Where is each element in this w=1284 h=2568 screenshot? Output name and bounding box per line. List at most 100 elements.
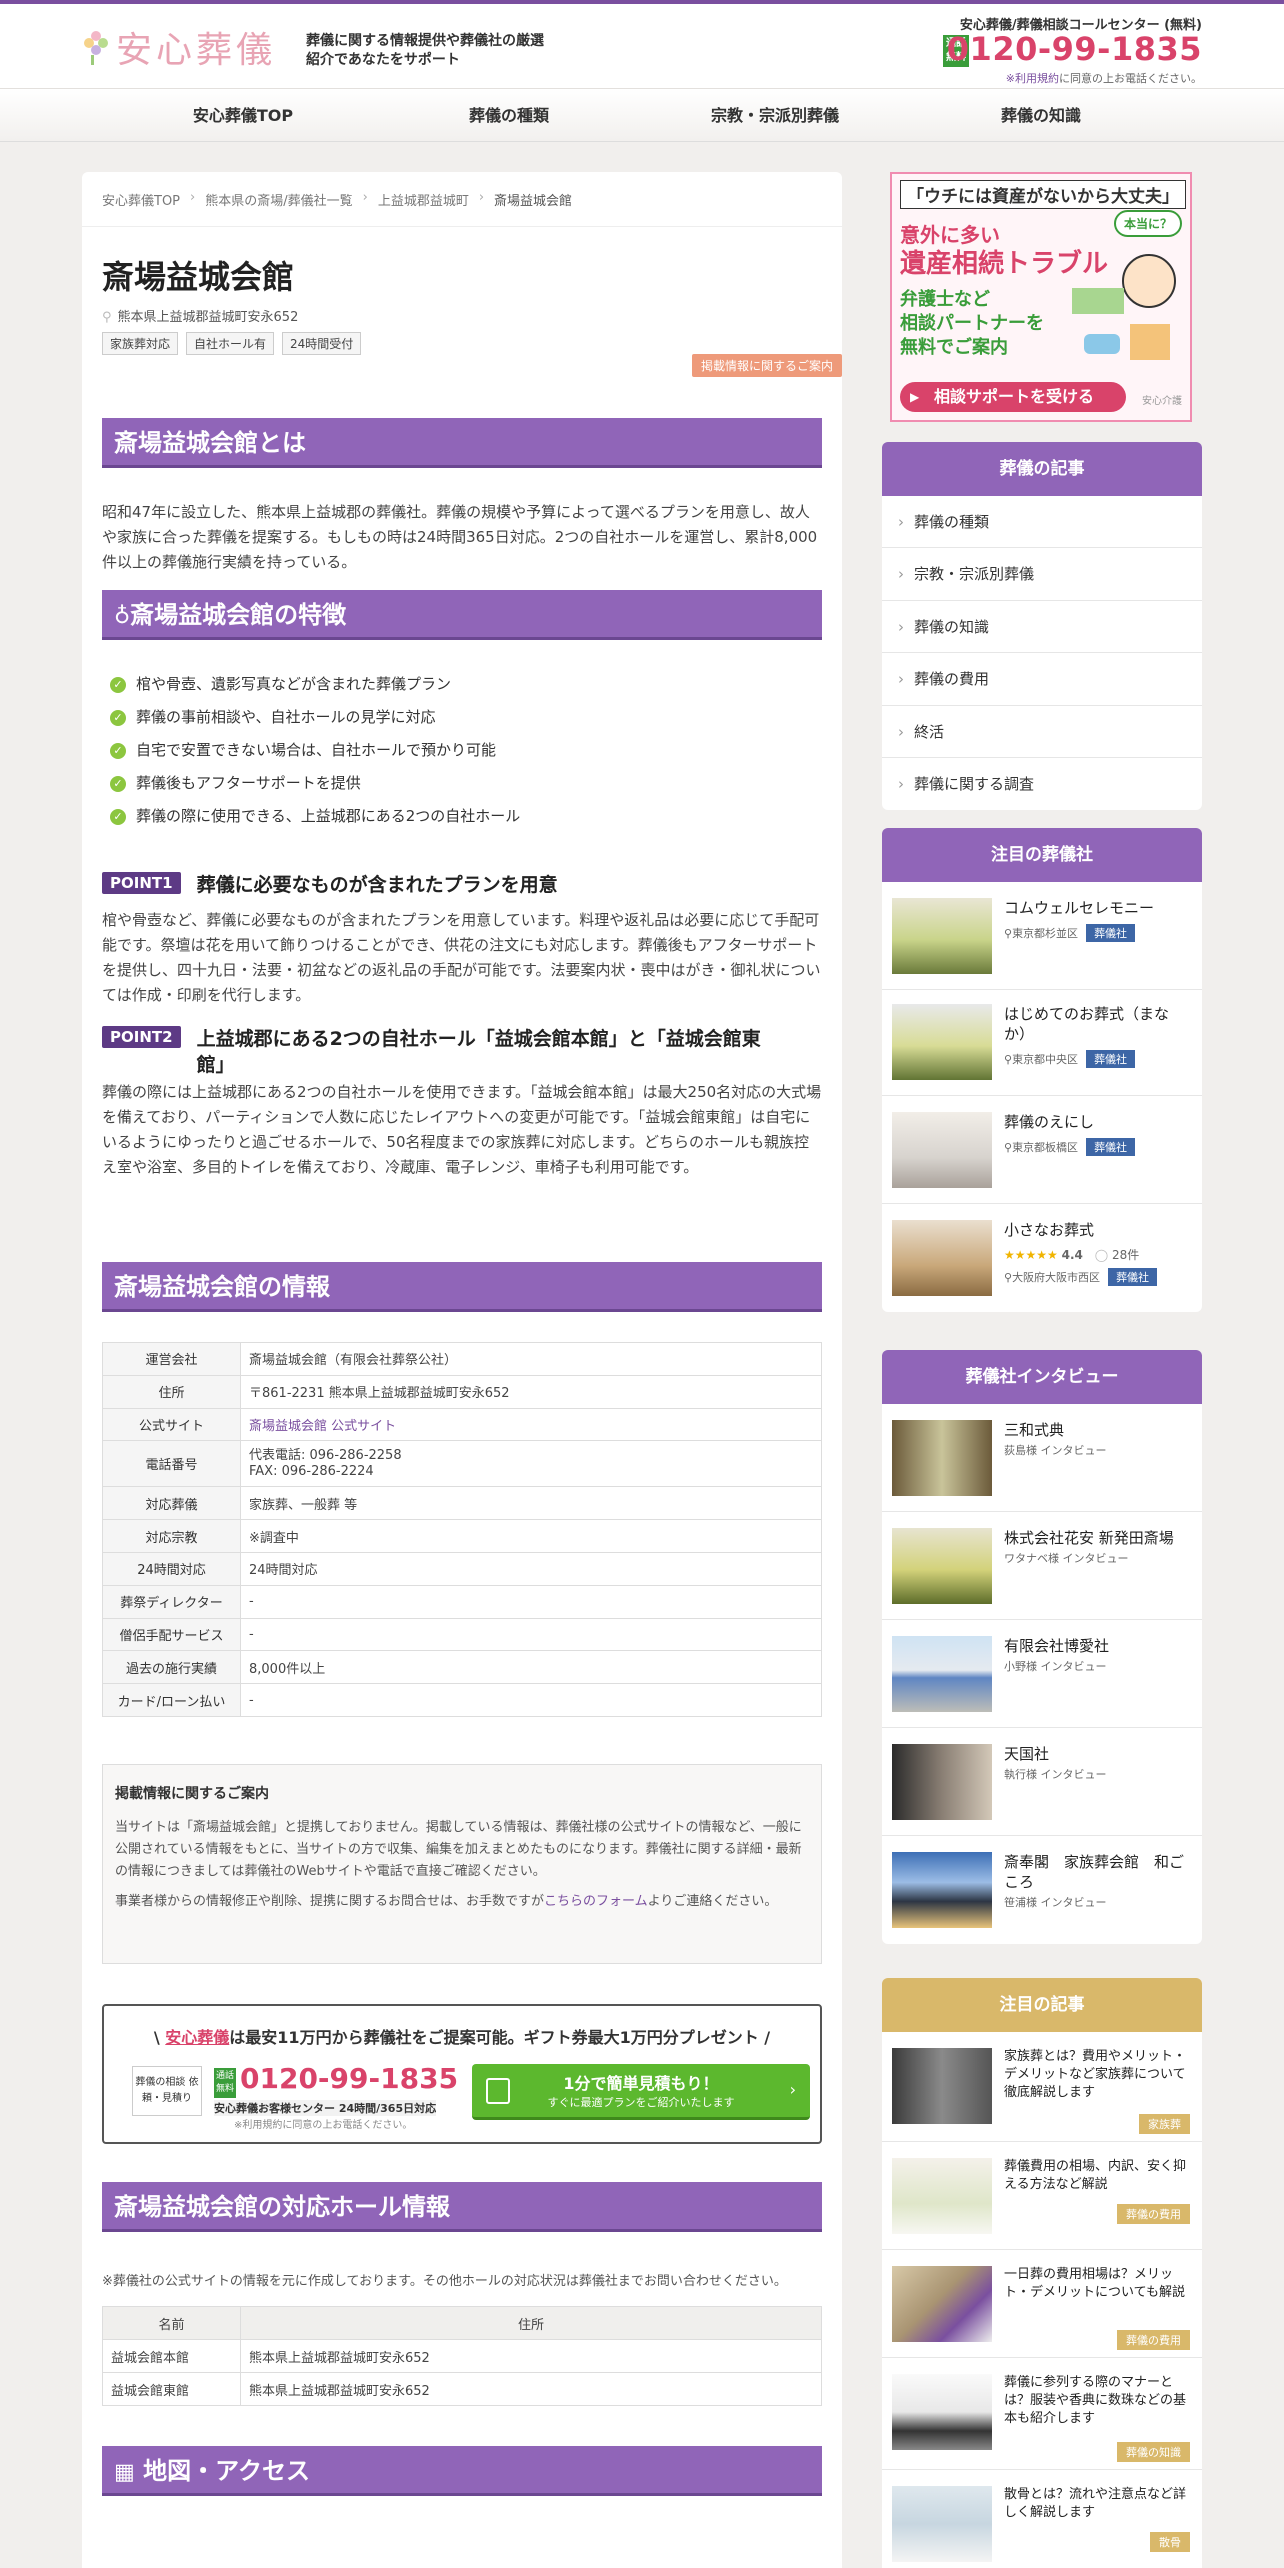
- point-title: 葬儀に必要なものが含まれたプランを用意: [196, 874, 558, 896]
- map-heading: ▦ 地図・アクセス: [102, 2446, 822, 2496]
- chevron-right-icon: ›: [362, 190, 368, 205]
- site-logo[interactable]: 安心葬儀: [82, 22, 292, 72]
- interview-photo: [892, 1852, 992, 1928]
- interview-card[interactable]: 有限会社博愛社 小野様 インタビュー: [882, 1620, 1202, 1728]
- house-illustration: [1130, 324, 1170, 360]
- sidebar-featured-companies: 注目の葬儀社 コムウェルセレモニー ⚲東京都杉並区 葬儀社 はじめてのお葬式（まな…: [882, 828, 1202, 1312]
- notice-text: 当サイトは「斎場益城会館」と提携しておりません。掲載している情報は、葬儀社様の公…: [115, 1820, 802, 1879]
- official-site-link[interactable]: 斎場益城会館 公式サイト: [249, 1419, 396, 1434]
- interview-card[interactable]: 斎奉閣 家族葬会館 和ごころ 笹浦様 インタビュー: [882, 1836, 1202, 1944]
- interview-photo: [892, 1744, 992, 1820]
- nav-item-religion[interactable]: 宗教・宗派別葬儀: [642, 89, 908, 141]
- company-photo: [892, 1112, 992, 1188]
- phone-link[interactable]: 代表電話: 096-286-2258: [249, 1448, 402, 1463]
- company-photo: [892, 1220, 992, 1296]
- category-tag: 家族葬: [1139, 2114, 1190, 2134]
- list-item: ✓ 葬儀の際に使用できる、上益城郡にある2つの自社ホール: [110, 800, 520, 833]
- breadcrumb-current: 斎場益城会館: [494, 194, 573, 209]
- article-card[interactable]: 家族葬とは？費用やメリット・デメリットなど家族葬について徹底解説します 家族葬: [882, 2032, 1202, 2142]
- article-card[interactable]: 散骨とは？流れや注意点など詳しく解説します 散骨: [882, 2470, 1202, 2568]
- divider: [82, 226, 842, 227]
- cta-phone-number[interactable]: 0120-99-1835: [240, 2062, 458, 2095]
- point-badge: POINT2: [102, 1026, 181, 1048]
- sidebar-articles: 葬儀の記事 葬儀の種類 宗教・宗派別葬儀 葬儀の知識 葬儀の費用 終活 葬儀に関…: [882, 442, 1202, 811]
- chevron-right-icon: ›: [478, 190, 485, 205]
- article-photo: [892, 2374, 992, 2450]
- nav-item-top[interactable]: 安心葬儀TOP: [110, 89, 376, 141]
- header-phone-number[interactable]: 0120-99-1835: [947, 30, 1202, 68]
- table-row: 益城会館本館 熊本県上益城郡益城町安永652: [102, 2339, 822, 2373]
- sidebar-item[interactable]: 葬儀の知識: [882, 601, 1202, 654]
- contact-form-link[interactable]: こちらのフォーム: [544, 1894, 648, 1909]
- company-card[interactable]: 小さなお葬式 ★★★★★ 4.4 ◯ 28件 ⚲大阪府大阪市西区 葬儀社: [882, 1204, 1202, 1312]
- company-card[interactable]: 葬儀のえにし ⚲東京都板橋区 葬儀社: [882, 1096, 1202, 1204]
- medal-icon: ♁: [114, 604, 131, 629]
- cta-consult-label: 葬儀の相談 依頼・見積り: [132, 2066, 202, 2116]
- table-row: 運営会社 斎場益城会館（有限会社葬祭公社）: [102, 1342, 822, 1376]
- category-tag: 葬儀の費用: [1117, 2330, 1190, 2350]
- breadcrumb-item[interactable]: 安心葬儀TOP: [102, 190, 180, 209]
- interview-card[interactable]: 株式会社花安 新発田斎場 ワタナベ様 インタビュー: [882, 1512, 1202, 1620]
- list-item: ✓ 自宅で安置できない場合は、自社ホールで預かり可能: [110, 734, 520, 767]
- table-row: カード/ローン払い -: [102, 1683, 822, 1717]
- article-card[interactable]: 葬儀に参列する際のマナーとは？服装や香典に数珠などの基本も紹介します 葬儀の知識: [882, 2358, 1202, 2470]
- category-tag: 散骨: [1150, 2532, 1190, 2552]
- logo-text: 安心葬儀: [116, 30, 277, 71]
- sidebar-heading: 葬儀の記事: [882, 442, 1202, 496]
- consult-support-button[interactable]: 相談サポートを受ける: [900, 382, 1126, 412]
- feature-tags: 家族葬対応 自社ホール有 24時間受付: [102, 332, 362, 355]
- breadcrumb-item[interactable]: 上益城郡益城町: [378, 190, 469, 209]
- interview-card[interactable]: 三和式典 荻島様 インタビュー: [882, 1404, 1202, 1512]
- chevron-right-icon: ›: [190, 190, 196, 205]
- point-badge: POINT1: [102, 872, 181, 894]
- map-pin-icon: ⚲: [102, 310, 112, 325]
- company-card[interactable]: はじめてのお葬式（まなか） ⚲東京都中央区 葬儀社: [882, 990, 1202, 1096]
- sidebar-item[interactable]: 葬儀の種類: [882, 496, 1202, 549]
- cta-banner: \ 安心葬儀は最安11万円から葬儀社をご提案可能。ギフト券最大1万円分プレゼント…: [102, 2004, 822, 2144]
- flower-logo-icon: [82, 27, 110, 67]
- interview-photo: [892, 1636, 992, 1712]
- point-title: 上益城郡にある2つの自社ホール「益城会館本館」と「益城会館東館」: [196, 1028, 761, 1076]
- article-card[interactable]: 一日葬の費用相場は？メリット・デメリットについても解説 葬儀の費用: [882, 2250, 1202, 2358]
- sidebar-item[interactable]: 葬儀に関する調査: [882, 758, 1202, 810]
- sidebar-heading: 葬儀社インタビュー: [882, 1350, 1202, 1404]
- table-row: 僧侶手配サービス -: [102, 1617, 822, 1652]
- speech-bubble: 本当に？: [1113, 210, 1182, 237]
- map-icon: ▦: [114, 2460, 135, 2485]
- sidebar-item[interactable]: 葬儀の費用: [882, 653, 1202, 706]
- cta-headline: \ 安心葬儀は最安11万円から葬儀社をご提案可能。ギフト券最大1万円分プレゼント…: [153, 2028, 771, 2047]
- table-row: 対応宗教 ※調査中: [102, 1519, 822, 1553]
- nav-item-knowledge[interactable]: 葬儀の知識: [908, 89, 1174, 141]
- point-text: 葬儀の際には上益城郡にある2つの自社ホールを使用できます。「益城会館本館」は最大…: [102, 1083, 822, 1176]
- article-photo: [892, 2048, 992, 2124]
- info-table: 運営会社 斎場益城会館（有限会社葬祭公社） 住所 〒861-2231 熊本県上益城郡…: [102, 1342, 822, 1717]
- article-photo: [892, 2158, 992, 2234]
- quick-estimate-button[interactable]: 1分で簡単見積もり！ すぐに最適プランをご紹介いたします ›: [472, 2064, 810, 2120]
- inheritance-ad-banner[interactable]: 「ウチには資産がないから大丈夫」 意外に多い 遺産相続トラブル 弁護士など 相談パ…: [890, 172, 1192, 422]
- halls-table: 名前 住所 益城会館本館 熊本県上益城郡益城町安永652 益城会館東館 熊本県上益城郡…: [102, 2306, 822, 2406]
- point-2: POINT2 上益城郡にある2つの自社ホール「益城会館本館」と「益城会館東館」: [102, 1026, 777, 1078]
- table-row: 公式サイト 斎場益城会館 公式サイト: [102, 1407, 822, 1442]
- ad-brand: 安心介護: [1142, 396, 1182, 407]
- sidebar-item[interactable]: 終活: [882, 706, 1202, 758]
- about-heading: 斎場益城会館とは: [102, 418, 822, 468]
- terms-link[interactable]: ※利用規約: [1006, 72, 1059, 85]
- check-icon: ✓: [110, 709, 126, 726]
- breadcrumb-item[interactable]: 熊本県の斎場/葬儀社一覧: [205, 190, 352, 209]
- sidebar-heading: 注目の記事: [882, 1978, 1202, 2032]
- notice-title: 掲載情報に関するご案内: [115, 1786, 269, 1802]
- page-title: 斎場益城会館: [102, 258, 295, 296]
- nav-item-types[interactable]: 葬儀の種類: [376, 89, 642, 141]
- company-card[interactable]: コムウェルセレモニー ⚲東京都杉並区 葬儀社: [882, 882, 1202, 990]
- sidebar-interviews: 葬儀社インタビュー 三和式典 荻島様 インタビュー 株式会社花安 新発田斎場 ワ…: [882, 1350, 1202, 1944]
- map-pin-icon: ⚲: [1004, 1271, 1013, 1284]
- fax-number: FAX: 096-286-2224: [249, 1463, 374, 1479]
- sidebar-item[interactable]: 宗教・宗派別葬儀: [882, 548, 1202, 601]
- features-heading: ♁斎場益城会館の特徴: [102, 590, 822, 640]
- listing-info-button[interactable]: 掲載情報に関するご案内: [691, 354, 842, 377]
- article-card[interactable]: 葬儀費用の相場、内訳、安く抑える方法など解説 葬儀の費用: [882, 2142, 1202, 2250]
- header-phone-note: ※利用規約に同意の上お電話ください。: [1005, 72, 1202, 85]
- chevron-right-icon: ›: [789, 2080, 796, 2099]
- interview-photo: [892, 1528, 992, 1604]
- interview-card[interactable]: 天国社 執行様 インタビュー: [882, 1728, 1202, 1836]
